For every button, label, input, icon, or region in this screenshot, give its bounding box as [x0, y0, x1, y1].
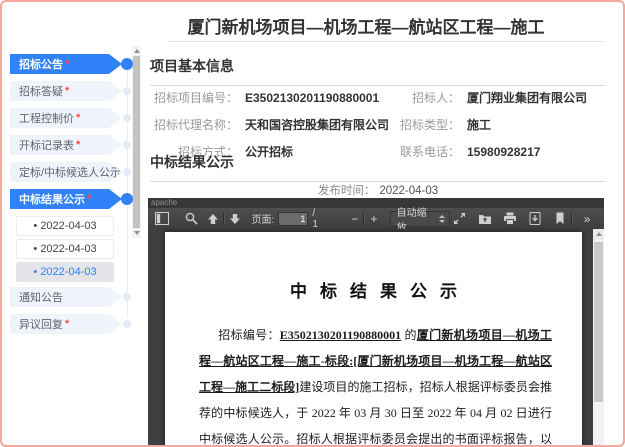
page-number-label: 页面:: [251, 215, 275, 226]
more-tools-button[interactable]: »: [575, 210, 598, 227]
sidebar-item-label: 招标答疑: [19, 86, 63, 98]
publish-time-value: 2022-04-03: [379, 185, 439, 197]
presentation-mode-button[interactable]: [450, 210, 469, 227]
sidebar-item-label: 异议回复: [19, 319, 63, 331]
doc-bid-code: E3502130201190880001: [279, 328, 402, 342]
field-value-tenderer: 厦门翔业集团有限公司: [467, 91, 588, 105]
required-asterisk: *: [76, 112, 81, 124]
sidebar-item-label: 中标结果公示: [19, 194, 85, 206]
sidebar-date-item-selected[interactable]: • 2022-04-03: [16, 262, 114, 282]
pdf-scrollbar[interactable]: [593, 229, 604, 445]
field-label-bid-type: 招标类型：: [399, 118, 460, 132]
timeline-dot: [123, 114, 131, 122]
publish-time-line: 发布时间： 2022-04-03: [150, 182, 606, 198]
doc-link-text: 的: [401, 328, 417, 342]
sidebar-date-item[interactable]: • 2022-04-03: [16, 216, 114, 236]
search-icon: [185, 212, 198, 225]
field-label-project-no: 招标项目编号：: [153, 91, 238, 105]
server-label: apache: [148, 198, 604, 208]
sidebar-scrollbar[interactable]: [132, 46, 141, 238]
document-title: 中标结果公示: [290, 282, 470, 301]
document-paragraph: 招标编号：E3502130201190880001 的厦门新机场项目—机场工程—…: [199, 322, 552, 445]
required-asterisk: *: [76, 139, 81, 151]
required-asterisk: *: [65, 58, 70, 70]
sidebar-item-label: 通知公告: [19, 292, 63, 304]
field-value-agency: 天和国咨控股集团有限公司: [245, 118, 390, 132]
page-total-label: / 1: [312, 207, 318, 230]
required-asterisk: *: [65, 318, 70, 330]
sidebar-toggle-icon: [155, 212, 170, 225]
sidebar-item-notice[interactable]: 通知公告: [10, 287, 144, 307]
toolbar-separator: [223, 213, 225, 224]
zoom-out-button[interactable]: −: [348, 210, 361, 227]
arrow-down-icon: [230, 213, 241, 224]
field-label-tenderer: 招标人：: [411, 91, 460, 105]
timeline-dot: [123, 320, 131, 328]
page-title: 厦门新机场项目—机场工程—航站区工程—施工: [187, 18, 545, 37]
field-value-bid-type: 施工: [467, 118, 492, 132]
download-icon: [529, 212, 541, 225]
app-window: 厦门新机场项目—机场工程—航站区工程—施工 招标公告 * 招标答疑 * 工程控制价 *…: [0, 0, 625, 447]
sidebar-item-bid-announcement[interactable]: 招标公告 *: [10, 54, 144, 74]
sidebar-toggle-button[interactable]: [154, 210, 171, 227]
sidebar-item-objection-reply[interactable]: 异议回复 *: [10, 314, 144, 334]
sidebar-item-control-price[interactable]: 工程控制价 *: [10, 108, 144, 128]
sidebar: 招标公告* 招标答疑* 工程控制价* 开标记录表* 定标/中标候选人公示* 中标…: [10, 54, 144, 341]
pdf-page: 中标结果公示 招标编号：E3502130201190880001 的厦门新机场项…: [165, 232, 582, 445]
doc-label: 招标编号：: [218, 328, 280, 342]
scroll-up-icon: [595, 232, 602, 236]
sidebar-item-candidate-publicity[interactable]: 定标/中标候选人公示*: [10, 162, 144, 182]
bookmark-button[interactable]: [550, 210, 569, 227]
print-button[interactable]: [500, 210, 519, 227]
header-divider: [168, 41, 605, 42]
section-heading-result: 中标结果公示: [150, 152, 606, 182]
scrollbar-thumb[interactable]: [133, 56, 140, 228]
timeline-dot: [123, 141, 131, 149]
find-button[interactable]: [183, 210, 200, 227]
sidebar-item-bid-qa[interactable]: 招标答疑 *: [10, 81, 144, 101]
open-file-icon: [478, 214, 491, 224]
pdf-toolbar: 页面: / 1 − + 自动缩放: [148, 207, 604, 234]
toolbar-separator: [571, 213, 574, 224]
sidebar-item-result-publicity[interactable]: 中标结果公示 *: [10, 189, 144, 209]
download-button[interactable]: [525, 210, 544, 227]
required-asterisk: *: [87, 193, 92, 205]
scroll-up-button[interactable]: [593, 229, 604, 240]
bookmark-icon: [556, 212, 564, 224]
required-asterisk: *: [65, 85, 70, 97]
publish-time-label: 发布时间：: [317, 185, 376, 197]
sidebar-item-label: 开标记录表: [19, 140, 74, 152]
print-icon: [503, 212, 516, 225]
zoom-select[interactable]: 自动缩放: [389, 208, 451, 234]
sidebar-date-item[interactable]: • 2022-04-03: [16, 239, 114, 259]
scrollbar-thumb[interactable]: [594, 242, 603, 402]
toolbar-separator: [363, 213, 366, 224]
timeline-dot: [121, 193, 133, 205]
sidebar-item-opening-record[interactable]: 开标记录表 *: [10, 135, 144, 155]
field-label-agency: 招标代理名称：: [153, 118, 238, 132]
open-file-button[interactable]: [475, 210, 494, 227]
sidebar-item-label: 工程控制价: [19, 113, 74, 125]
select-carets-icon: [439, 214, 446, 223]
sidebar-item-label: 定标/中标候选人公示: [19, 167, 122, 179]
timeline-dot: [123, 168, 131, 176]
scroll-down-icon[interactable]: [133, 231, 140, 235]
page-number-input[interactable]: [278, 211, 309, 226]
pdf-viewer-body: 中标结果公示 招标编号：E3502130201190880001 的厦门新机场项…: [148, 229, 604, 445]
timeline-dot: [123, 87, 131, 95]
timeline-dot: [121, 58, 133, 70]
timeline-dot: [123, 293, 131, 301]
zoom-in-button[interactable]: +: [367, 210, 380, 227]
page-down-button[interactable]: [227, 210, 244, 227]
section-heading-basic-info: 项目基本信息: [150, 56, 606, 86]
scroll-up-icon[interactable]: [133, 49, 140, 53]
fullscreen-icon: [453, 212, 466, 225]
pdf-viewer: apache 页面: / 1 − +: [148, 198, 604, 445]
sidebar-item-label: 招标公告: [19, 59, 63, 71]
page-up-button[interactable]: [205, 210, 222, 227]
basic-info-grid: 招标项目编号： E3502130201190880001 招标人： 厦门翔业集团…: [150, 89, 606, 160]
field-value-project-no: E3502130201190880001: [245, 90, 380, 105]
arrow-up-icon: [207, 213, 218, 224]
